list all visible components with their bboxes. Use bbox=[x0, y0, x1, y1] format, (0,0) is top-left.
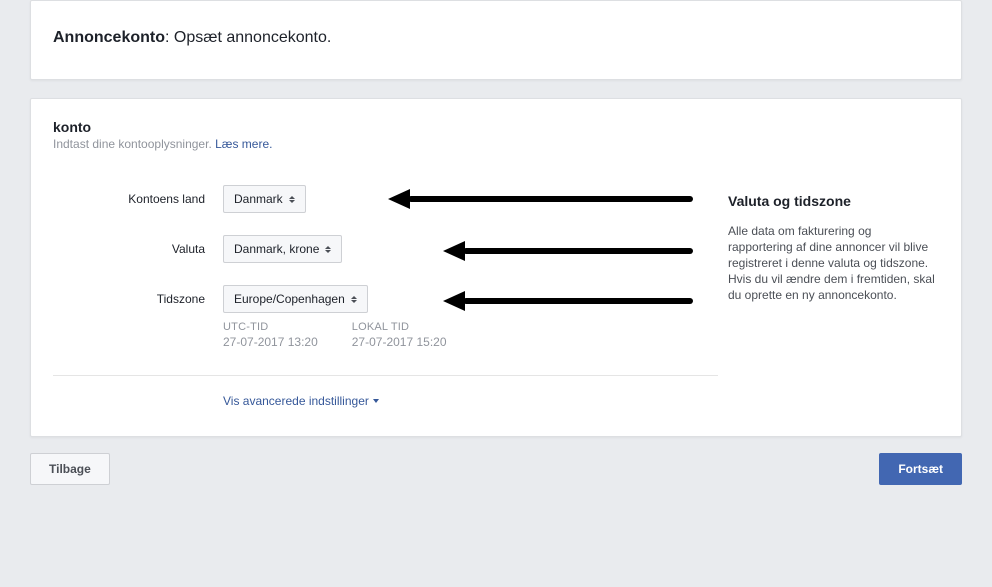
section-subtitle: Indtast dine kontooplysninger. Læs mere. bbox=[53, 137, 939, 151]
row-currency: Valuta Danmark, krone bbox=[53, 235, 718, 263]
utc-label: UTC-TID bbox=[223, 321, 318, 333]
footer: Tilbage Fortsæt bbox=[30, 453, 962, 497]
select-timezone-value: Europe/Copenhagen bbox=[234, 292, 345, 306]
learn-more-link[interactable]: Læs mere. bbox=[215, 137, 272, 151]
back-button[interactable]: Tilbage bbox=[30, 453, 110, 485]
row-timezone: Tidszone Europe/Copenhagen bbox=[53, 285, 718, 313]
select-timezone[interactable]: Europe/Copenhagen bbox=[223, 285, 368, 313]
continue-button[interactable]: Fortsæt bbox=[879, 453, 962, 485]
label-country: Kontoens land bbox=[53, 192, 223, 206]
section-title: konto bbox=[53, 119, 939, 135]
label-currency: Valuta bbox=[53, 242, 223, 256]
form-column: Kontoens land Danmark Valuta Danmark, kr… bbox=[53, 185, 718, 408]
page-header: Annoncekonto: Opsæt annoncekonto. bbox=[30, 0, 962, 80]
sort-icon bbox=[289, 196, 295, 203]
section-subtitle-text: Indtast dine kontooplysninger. bbox=[53, 137, 212, 151]
page-title-rest: : Opsæt annoncekonto. bbox=[165, 29, 331, 46]
side-info-title: Valuta og tidszone bbox=[728, 193, 939, 209]
sort-icon bbox=[325, 246, 331, 253]
divider bbox=[53, 375, 718, 376]
page-title-bold: Annoncekonto bbox=[53, 29, 165, 46]
account-setup-card: konto Indtast dine kontooplysninger. Læs… bbox=[30, 98, 962, 437]
sort-icon bbox=[351, 296, 357, 303]
select-country-value: Danmark bbox=[234, 192, 283, 206]
side-info: Valuta og tidszone Alle data om fakturer… bbox=[718, 185, 939, 408]
side-info-text: Alle data om fakturering og rapportering… bbox=[728, 223, 939, 303]
utc-time-block: UTC-TID 27-07-2017 13:20 bbox=[223, 321, 318, 349]
select-currency-value: Danmark, krone bbox=[234, 242, 319, 256]
advanced-settings-label: Vis avancerede indstillinger bbox=[223, 394, 369, 408]
time-info: UTC-TID 27-07-2017 13:20 LOKAL TID 27-07… bbox=[223, 321, 718, 349]
caret-down-icon bbox=[373, 399, 379, 403]
row-country: Kontoens land Danmark bbox=[53, 185, 718, 213]
local-label: LOKAL TID bbox=[352, 321, 447, 333]
page-title: Annoncekonto: Opsæt annoncekonto. bbox=[53, 29, 939, 47]
local-value: 27-07-2017 15:20 bbox=[352, 335, 447, 349]
advanced-settings-link[interactable]: Vis avancerede indstillinger bbox=[223, 394, 379, 408]
select-country[interactable]: Danmark bbox=[223, 185, 306, 213]
local-time-block: LOKAL TID 27-07-2017 15:20 bbox=[352, 321, 447, 349]
select-currency[interactable]: Danmark, krone bbox=[223, 235, 342, 263]
label-timezone: Tidszone bbox=[53, 292, 223, 306]
utc-value: 27-07-2017 13:20 bbox=[223, 335, 318, 349]
